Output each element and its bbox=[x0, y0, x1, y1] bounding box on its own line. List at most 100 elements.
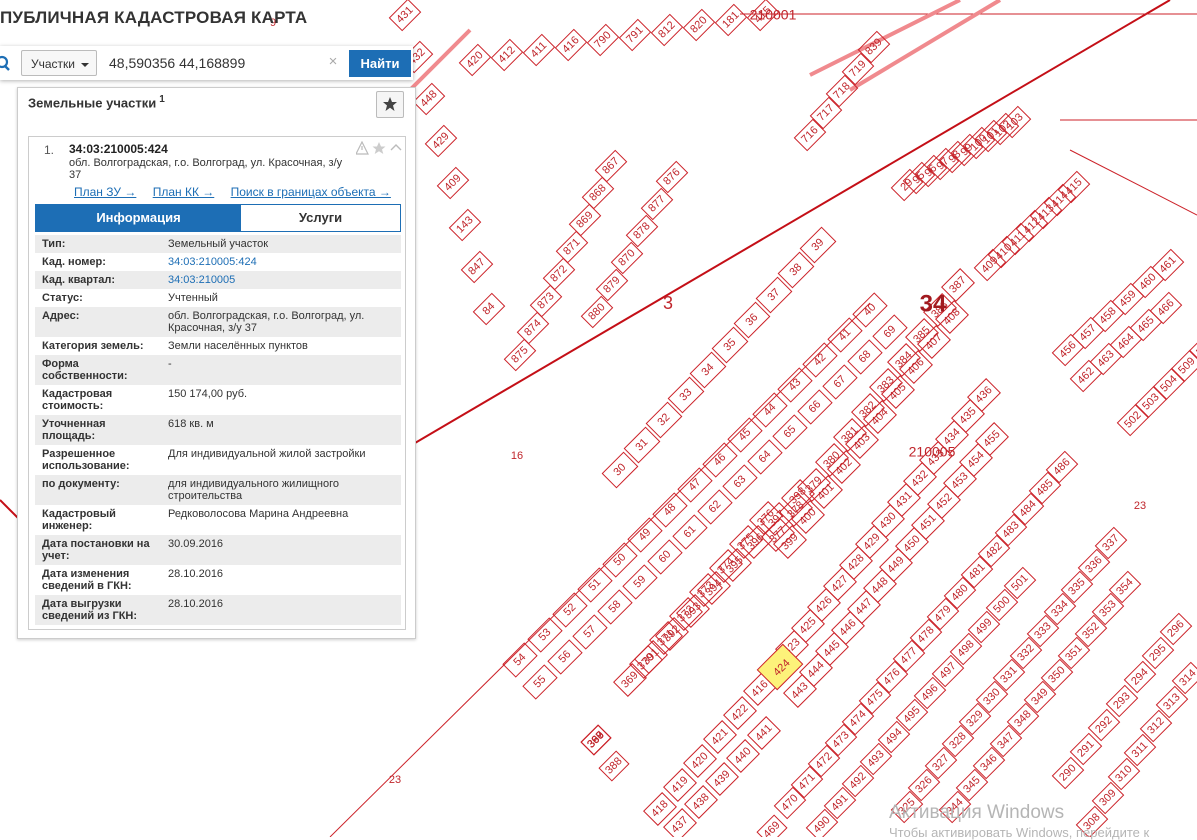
info-table: Тип: Земельный участок Кад. номер: 34:03:21… bbox=[35, 235, 401, 625]
parcel-number: 473 bbox=[830, 729, 851, 750]
result-actions bbox=[356, 141, 402, 155]
parcel-number: 790 bbox=[592, 29, 613, 50]
panel-title: Земельные участки 1 bbox=[28, 94, 165, 110]
parcel-number: 354 bbox=[1114, 576, 1135, 597]
parcel-number: 441 bbox=[753, 722, 774, 743]
parcel-number: 292 bbox=[1093, 714, 1114, 735]
parcel-strips: 5453525150494847464544434241405556575859… bbox=[388, 0, 1197, 837]
chevron-up-icon[interactable] bbox=[390, 144, 402, 151]
parcel-number: 296 bbox=[1165, 618, 1186, 639]
parcel-number: 426 bbox=[813, 594, 834, 615]
parcel-number: 446 bbox=[837, 617, 858, 638]
search-type-select[interactable]: Участки bbox=[21, 50, 97, 76]
zone-label-3: 23 bbox=[389, 774, 401, 786]
parcel-number: 353 bbox=[1097, 598, 1118, 619]
parcel-number: 879 bbox=[601, 274, 622, 295]
parcel-number: 390 bbox=[585, 729, 606, 750]
star-outline-icon[interactable] bbox=[372, 142, 386, 154]
parcel-number: 332 bbox=[1015, 642, 1036, 663]
result-links: План ЗУ → План КК → Поиск в границах объ… bbox=[74, 185, 404, 199]
parcel-number: 388 bbox=[603, 755, 624, 776]
parcel-number: 330 bbox=[981, 686, 1002, 707]
parcel-number: 475 bbox=[864, 687, 885, 708]
parcel-number: 35 bbox=[721, 336, 738, 353]
parcel-number: 870 bbox=[616, 247, 637, 268]
parcel-number: 435 bbox=[957, 405, 978, 426]
info-row: Кад. квартал: 34:03:210005 bbox=[35, 271, 401, 289]
parcel-number: 485 bbox=[1034, 477, 1055, 498]
zone-label-4: 23 bbox=[1134, 500, 1146, 512]
parcel-number: 418 bbox=[649, 798, 670, 819]
tab-info[interactable]: Информация bbox=[36, 205, 241, 231]
info-value: 30.09.2016 bbox=[168, 538, 224, 550]
link-plan-zu[interactable]: План ЗУ → bbox=[74, 185, 136, 199]
parcel-number: 33 bbox=[677, 386, 694, 403]
find-button[interactable]: Найти bbox=[349, 50, 411, 77]
info-row: Статус: Учтенный bbox=[35, 289, 401, 307]
parcel-number: 312 bbox=[1145, 715, 1166, 736]
parcel-number: 421 bbox=[709, 726, 730, 747]
parcel-number: 347 bbox=[995, 730, 1016, 751]
parcel-number: 719 bbox=[847, 58, 868, 79]
result-address: обл. Волгоградская, г.о. Волгоград, ул. … bbox=[69, 157, 343, 181]
parcel-number: 470 bbox=[779, 792, 800, 813]
result-cad-number[interactable]: 34:03:210005:424 bbox=[69, 142, 168, 156]
panel-title-text: Земельные участки bbox=[28, 95, 157, 111]
parcel-number: 444 bbox=[805, 659, 826, 680]
info-value: - bbox=[168, 358, 172, 370]
info-key: Кад. номер: bbox=[42, 256, 106, 268]
parcel-number: 31 bbox=[633, 436, 650, 453]
parcel-number: 472 bbox=[813, 750, 834, 771]
results-panel: Земельные участки 1 1. 34:03:210005:424 о… bbox=[17, 87, 416, 639]
parcel-number: 453 bbox=[949, 470, 970, 491]
search-input[interactable] bbox=[101, 50, 348, 76]
parcel-number: 419 bbox=[669, 774, 690, 795]
parcel-number: 872 bbox=[548, 263, 569, 284]
parcel-number: 429 bbox=[861, 531, 882, 552]
parcel-number: 437 bbox=[669, 814, 690, 835]
warning-icon[interactable] bbox=[356, 141, 369, 155]
parcel-number: 346 bbox=[978, 752, 999, 773]
link-plan-kk[interactable]: План КК → bbox=[153, 185, 215, 199]
parcel-number: 479 bbox=[932, 603, 953, 624]
parcel-number: 462 bbox=[1075, 365, 1096, 386]
parcel-number: 875 bbox=[509, 344, 530, 365]
info-row: Адрес: обл. Волгоградская, г.о. Волгоград… bbox=[35, 307, 401, 337]
parcel-number: 412 bbox=[496, 44, 517, 65]
parcel-number: 484 bbox=[1017, 498, 1038, 519]
clear-icon[interactable]: × bbox=[326, 54, 340, 69]
info-value: 618 кв. м bbox=[168, 418, 214, 430]
parcel-number: 847 bbox=[466, 256, 487, 277]
info-key: Разрешенное использование: bbox=[42, 448, 130, 472]
info-tabs: Информация Услуги bbox=[35, 204, 401, 232]
favorite-button[interactable] bbox=[376, 91, 404, 118]
parcel-number: 420 bbox=[689, 750, 710, 771]
parcel-number: 451 bbox=[917, 512, 938, 533]
parcel-number: 30 bbox=[611, 461, 628, 478]
parcel-number: 310 bbox=[1113, 763, 1134, 784]
parcel-number: 874 bbox=[522, 317, 543, 338]
parcel-number: 293 bbox=[1111, 690, 1132, 711]
parcel-number: 718 bbox=[831, 80, 852, 101]
search-icon[interactable] bbox=[0, 54, 12, 72]
parcel-number: 495 bbox=[901, 704, 922, 725]
star-icon bbox=[383, 97, 397, 111]
zone-label-2: 16 bbox=[511, 450, 523, 462]
info-row: Дата выгрузки сведений из ГКН: 28.10.2016 bbox=[35, 595, 401, 625]
parcel-number: 878 bbox=[631, 220, 652, 241]
info-value: обл. Волгоградская, г.о. Волгоград, ул. … bbox=[168, 310, 365, 334]
parcel-number: 457 bbox=[1077, 322, 1098, 343]
parcel-number: 477 bbox=[898, 645, 919, 666]
tab-services[interactable]: Услуги bbox=[241, 205, 400, 231]
parcel-number: 471 bbox=[796, 771, 817, 792]
result-card[interactable]: 1. 34:03:210005:424 обл. Волгоградская, … bbox=[28, 136, 406, 630]
parcel-number: 492 bbox=[847, 770, 868, 791]
info-value: 150 174,00 руб. bbox=[168, 388, 248, 400]
info-value[interactable]: 34:03:210005 bbox=[168, 274, 394, 286]
info-value[interactable]: 34:03:210005:424 bbox=[168, 256, 394, 268]
parcel-number: 311 bbox=[1129, 739, 1150, 760]
parcel-number: 313 bbox=[1161, 691, 1182, 712]
parcel-number: 32 bbox=[655, 411, 672, 428]
link-search-bounds[interactable]: Поиск в границах объекта → bbox=[231, 185, 391, 199]
parcel-number: 427 bbox=[829, 573, 850, 594]
